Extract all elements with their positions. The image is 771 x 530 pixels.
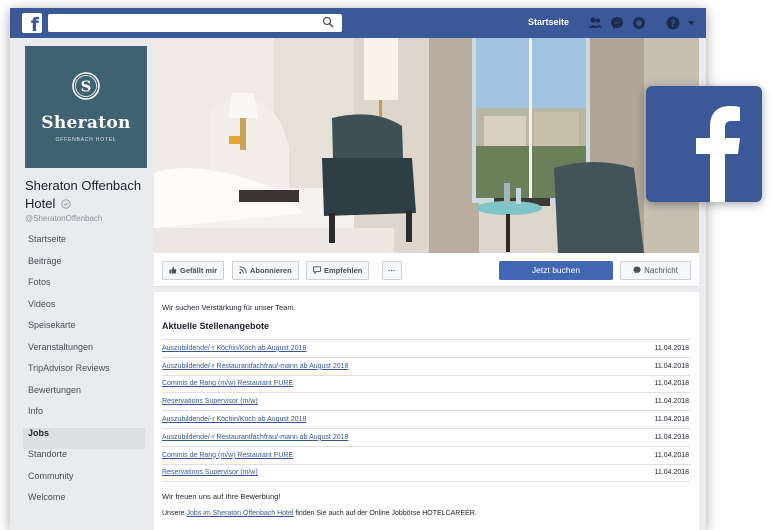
nav-item-community[interactable]: Community — [23, 471, 145, 493]
job-title-link[interactable]: Auszubildende/-r Köchin/Koch ab August 2… — [162, 345, 306, 352]
chevron-down-icon[interactable] — [687, 18, 696, 27]
nav-item-info[interactable]: Info — [23, 406, 145, 428]
table-row: Auszubildende/-r Köchin/Koch ab August 2… — [162, 340, 691, 358]
table-row: Auszubildende/-r Restaurantfachfrau/-man… — [162, 358, 691, 376]
job-date: 11.04.2018 — [654, 398, 689, 406]
notifications-icon[interactable] — [631, 15, 647, 31]
search-icon[interactable] — [322, 16, 334, 28]
rss-follow-icon — [239, 266, 247, 274]
table-row: Commis de Rang (m/w) Restaurant PURE 11.… — [162, 376, 691, 394]
help-icon[interactable]: ? — [665, 15, 681, 31]
speech-bubble-icon — [313, 266, 321, 274]
more-options-button[interactable]: ··· — [382, 261, 402, 280]
page-actions-bar: Gefällt mir Abonnieren Empfehlen ··· Jet… — [154, 253, 699, 287]
search-input[interactable] — [48, 14, 342, 32]
job-title-link[interactable]: Reservations Supervisor (m/w) — [162, 469, 258, 476]
jobboard-note-suffix: finden Sie auch auf der Online Jobbörse … — [295, 510, 477, 518]
facebook-logo-icon[interactable]: f — [22, 13, 42, 33]
nav-item-speisekarte[interactable]: Speisekarte — [23, 320, 145, 342]
jobs-tab-content: Wir suchen Verstärkung für unser Team. A… — [154, 292, 699, 530]
jobs-hotel-link[interactable]: Jobs im Sheraton Offenbach Hotel — [187, 510, 294, 517]
like-label: Gefällt mir — [180, 266, 218, 275]
nav-item-jobs[interactable]: Jobs — [23, 427, 145, 449]
thumbs-up-icon — [169, 266, 177, 274]
sheraton-emblem-icon: S — [72, 72, 100, 100]
jobboard-note: Unsere Jobs im Sheraton Offenbach Hotel … — [162, 510, 691, 517]
recommend-button[interactable]: Empfehlen — [306, 261, 370, 280]
verified-badge-icon — [61, 199, 71, 209]
job-date: 11.04.2018 — [654, 416, 689, 424]
home-link[interactable]: Startseite — [528, 17, 569, 27]
page-handle[interactable]: @SheratonOffenbach — [25, 214, 102, 223]
page-profile-picture[interactable]: S Sheraton OFFENBACH HOTEL — [25, 46, 147, 168]
top-navigation-bar: f Startseite ? — [10, 8, 706, 38]
job-title-link[interactable]: Reservations Supervisor (m/w) — [162, 398, 258, 405]
nav-item-welcome[interactable]: Welcome — [23, 492, 145, 514]
nav-item-startseite[interactable]: Startseite — [23, 234, 145, 256]
book-now-button[interactable]: Jetzt buchen — [499, 261, 613, 280]
table-row: Reservations Supervisor (m/w) 11.04.2018 — [162, 465, 691, 483]
page-name[interactable]: Sheraton Offenbach Hotel — [25, 177, 155, 213]
messenger-icon — [633, 266, 641, 274]
facebook-page-window: f Startseite ? S Sheraton OFFENBACH HOTE… — [10, 8, 706, 530]
nav-item-bewertungen[interactable]: Bewertungen — [23, 385, 145, 407]
nav-item-veranstaltungen[interactable]: Veranstaltungen — [23, 342, 145, 364]
jobboard-note-prefix: Unsere — [162, 510, 185, 518]
job-title-link[interactable]: Commis de Rang (m/w) Restaurant PURE — [162, 452, 293, 459]
nav-item-videos[interactable]: Videos — [23, 299, 145, 321]
job-date: 11.04.2018 — [654, 380, 689, 388]
follow-button[interactable]: Abonnieren — [232, 261, 299, 280]
job-title-link[interactable]: Commis de Rang (m/w) Restaurant PURE — [162, 380, 293, 387]
message-button[interactable]: Nachricht — [620, 261, 691, 280]
jobs-intro-text: Wir suchen Verstärkung für unser Team. — [162, 303, 296, 312]
job-title-link[interactable]: Auszubildende/-r Restaurantfachfrau/-man… — [162, 434, 348, 441]
table-row: Auszubildende/-r Köchin/Koch ab August 2… — [162, 411, 691, 429]
messenger-icon[interactable] — [609, 15, 625, 31]
nav-item-tripadvisor-reviews[interactable]: TripAdvisor Reviews — [23, 363, 145, 385]
svg-text:?: ? — [670, 20, 675, 30]
table-row: Auszubildende/-r Restaurantfachfrau/-man… — [162, 429, 691, 447]
job-date: 11.04.2018 — [654, 362, 689, 370]
job-title-link[interactable]: Auszubildende/-r Köchin/Koch ab August 2… — [162, 416, 306, 423]
table-row: Commis de Rang (m/w) Restaurant PURE 11.… — [162, 447, 691, 465]
friend-requests-icon[interactable] — [587, 15, 603, 31]
jobs-section-title: Aktuelle Stellenangebote — [162, 321, 270, 331]
job-title-link[interactable]: Auszubildende/-r Restaurantfachfrau/-man… — [162, 363, 348, 370]
job-date: 11.04.2018 — [654, 451, 689, 459]
facebook-logo-badge — [646, 86, 762, 202]
job-listings-table: Auszubildende/-r Köchin/Koch ab August 2… — [162, 339, 691, 483]
application-invitation-text: Wir freuen uns auf Ihre Bewerbung! — [162, 492, 281, 502]
page-navigation-menu: Startseite Beiträge Fotos Videos Speisek… — [23, 234, 145, 514]
job-date: 11.04.2018 — [654, 433, 689, 441]
facebook-f-icon — [696, 106, 740, 202]
nav-item-beitraege[interactable]: Beiträge — [23, 256, 145, 278]
like-button[interactable]: Gefällt mir — [162, 261, 225, 280]
recommend-label: Empfehlen — [324, 266, 363, 275]
job-date: 11.04.2018 — [654, 344, 689, 352]
table-row: Reservations Supervisor (m/w) 11.04.2018 — [162, 393, 691, 412]
hotel-room-image — [154, 38, 699, 253]
page-name-text: Sheraton Offenbach Hotel — [25, 178, 142, 211]
logo-brand-name: Sheraton — [41, 113, 131, 133]
message-label: Nachricht — [644, 266, 678, 275]
nav-item-standorte[interactable]: Standorte — [23, 449, 145, 471]
follow-label: Abonnieren — [250, 266, 292, 275]
nav-item-fotos[interactable]: Fotos — [23, 277, 145, 299]
svg-text:S: S — [81, 78, 92, 96]
cover-photo[interactable] — [154, 38, 699, 253]
job-date: 11.04.2018 — [654, 469, 689, 477]
logo-subline: OFFENBACH HOTEL — [55, 137, 117, 143]
